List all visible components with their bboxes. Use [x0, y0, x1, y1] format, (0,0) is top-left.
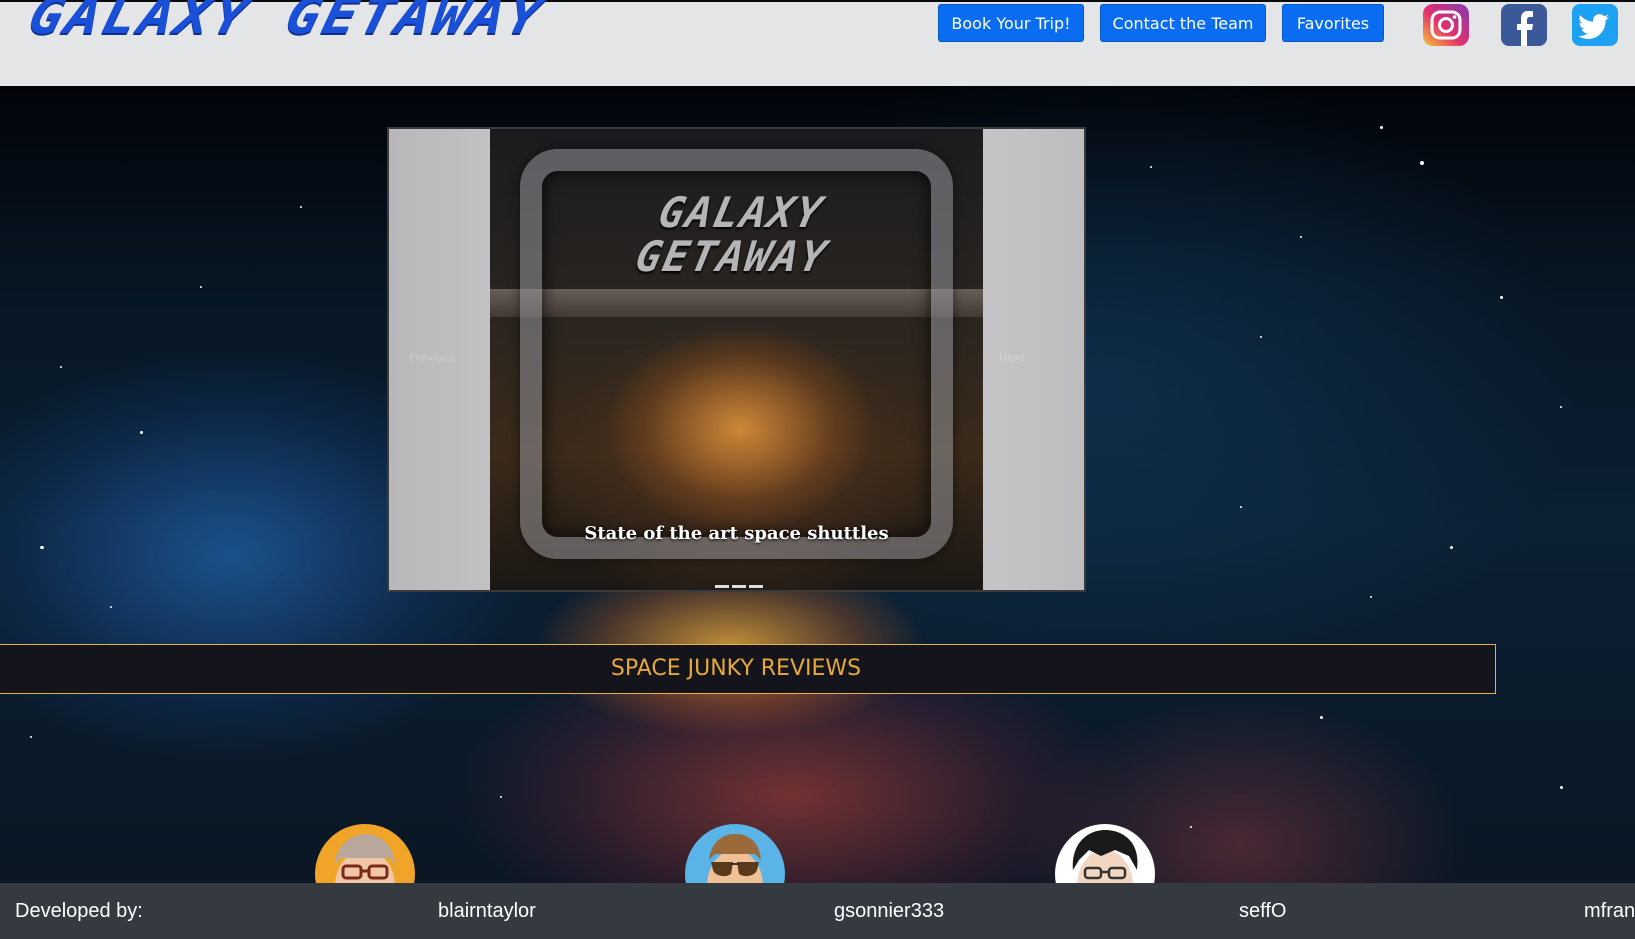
footer: Developed by: blairntaylor gsonnier333 s…: [0, 883, 1635, 939]
favorites-button[interactable]: Favorites: [1282, 4, 1384, 42]
developer-link-mfran[interactable]: mfran: [1584, 883, 1635, 939]
instagram-icon[interactable]: [1422, 4, 1470, 48]
reviews-banner: SPACE JUNKY REVIEWS: [0, 644, 1496, 694]
image-carousel[interactable]: Previous Next GALAXY GETAWAY State of th…: [387, 127, 1086, 592]
book-trip-button[interactable]: Book Your Trip!: [938, 4, 1084, 42]
slide-logo-line1: GALAXY: [654, 188, 829, 237]
carousel-prev-control[interactable]: Previous: [409, 351, 456, 364]
reviews-title: SPACE JUNKY REVIEWS: [610, 656, 862, 681]
slide-logo: GALAXY GETAWAY: [481, 188, 993, 281]
developer-link-seffo[interactable]: seffO: [1239, 883, 1286, 939]
developer-link-blairntaylor[interactable]: blairntaylor: [438, 883, 536, 939]
top-navbar: GALAXY GETAWAY Book Your Trip! Contact t…: [0, 0, 1635, 86]
developed-by-label: Developed by:: [15, 900, 143, 922]
developer-link-gsonnier333[interactable]: gsonnier333: [834, 883, 944, 939]
slide-caption: State of the art space shuttles: [584, 523, 889, 544]
carousel-indicators: [715, 585, 763, 588]
carousel-indicator-3[interactable]: [749, 585, 763, 588]
carousel-indicator-1[interactable]: [715, 585, 729, 588]
carousel-slide: GALAXY GETAWAY State of the art space sh…: [490, 129, 983, 590]
twitter-icon[interactable]: [1571, 4, 1619, 48]
contact-team-button[interactable]: Contact the Team: [1100, 4, 1266, 42]
slide-logo-line2: GETAWAY: [631, 232, 833, 281]
brand-logo[interactable]: GALAXY GETAWAY: [23, 0, 552, 46]
carousel-next-control[interactable]: Next: [999, 351, 1025, 364]
facebook-icon[interactable]: [1500, 4, 1548, 48]
carousel-indicator-2[interactable]: [732, 585, 746, 588]
